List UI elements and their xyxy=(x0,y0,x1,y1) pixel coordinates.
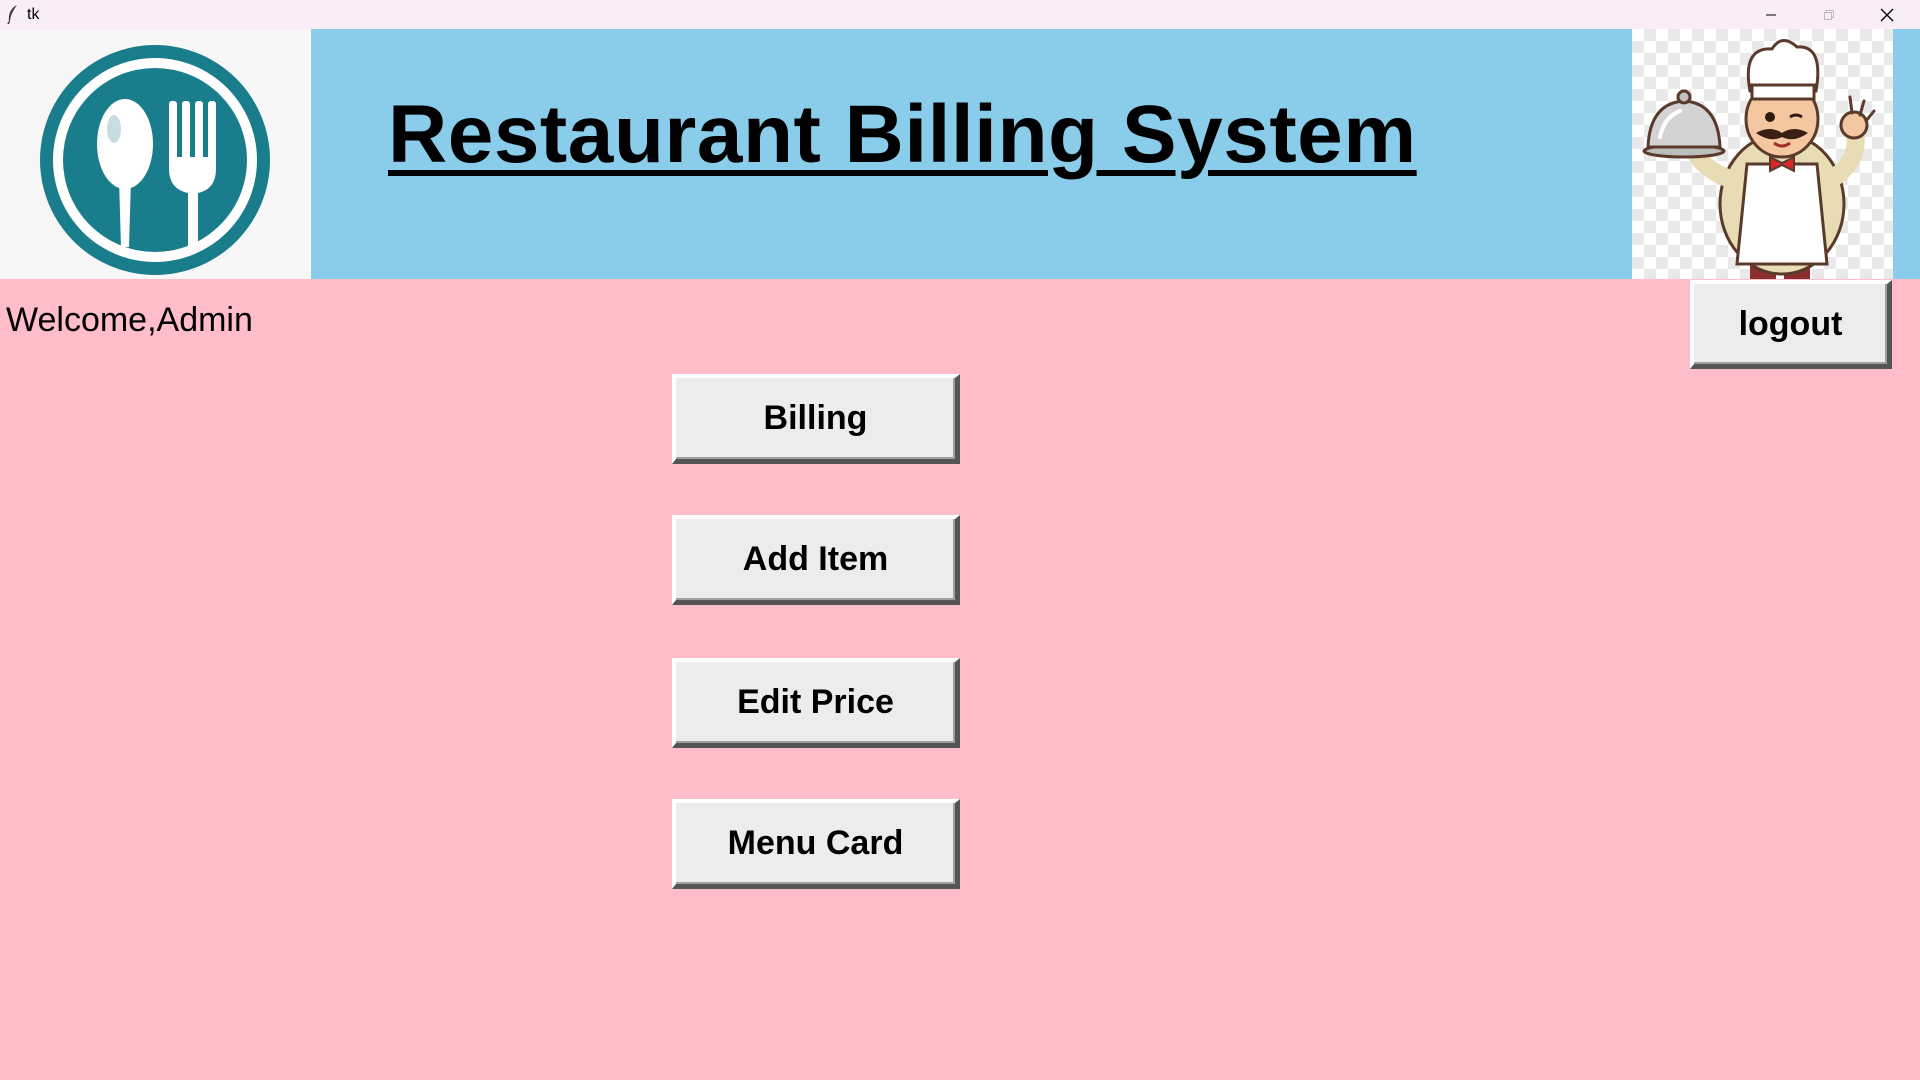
close-button[interactable] xyxy=(1858,0,1916,29)
menu-card-button[interactable]: Menu Card xyxy=(672,799,960,889)
window-title: tk xyxy=(27,6,40,23)
page-title: Restaurant Billing System xyxy=(388,89,1417,180)
add-item-button[interactable]: Add Item xyxy=(672,515,960,605)
billing-button[interactable]: Billing xyxy=(672,374,960,464)
chef-image xyxy=(1632,29,1893,279)
restore-icon xyxy=(1824,9,1834,20)
minimize-button[interactable] xyxy=(1742,0,1800,29)
close-icon xyxy=(1880,8,1894,21)
logo-panel xyxy=(0,29,311,279)
minimize-icon xyxy=(1766,14,1776,15)
main-content xyxy=(0,279,1920,1080)
welcome-label: Welcome,Admin xyxy=(6,301,253,339)
edit-price-button[interactable]: Edit Price xyxy=(672,658,960,748)
feather-icon xyxy=(7,5,17,24)
chef-mascot-icon xyxy=(1642,39,1876,279)
plate-spoon-fork-icon xyxy=(40,45,270,275)
app-window: tk Restaurant Billing System Welcome,Adm… xyxy=(0,0,1920,1080)
maximize-button[interactable] xyxy=(1800,0,1858,29)
title-bar[interactable]: tk xyxy=(0,0,1920,29)
logout-button[interactable]: logout xyxy=(1690,280,1892,369)
